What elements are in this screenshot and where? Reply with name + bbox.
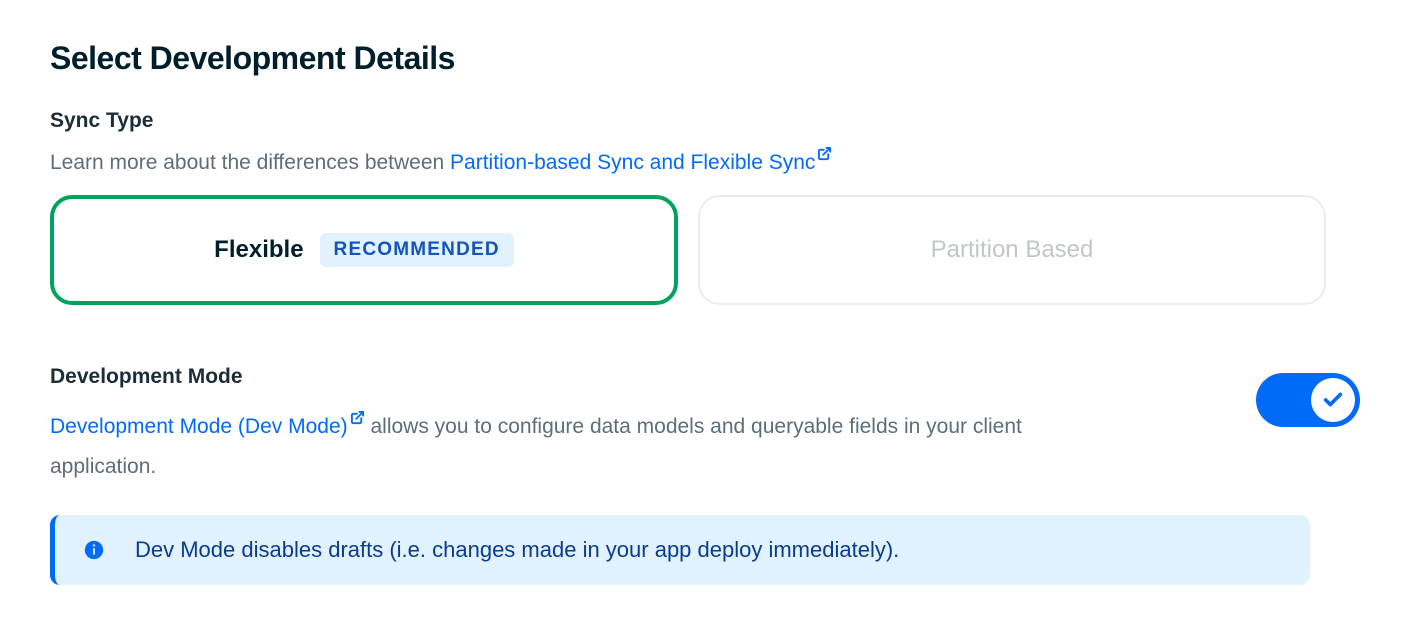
info-banner-text: Dev Mode disables drafts (i.e. changes m… xyxy=(135,537,899,563)
dev-mode-description: Development Mode (Dev Mode) allows you t… xyxy=(50,399,1130,487)
recommended-badge: RECOMMENDED xyxy=(320,233,514,267)
sync-link-text: Partition-based Sync and Flexible Sync xyxy=(450,151,815,174)
sync-type-options: Flexible RECOMMENDED Partition Based xyxy=(50,195,1360,305)
external-link-icon xyxy=(817,143,832,167)
info-icon xyxy=(83,539,105,561)
sync-type-section: Sync Type Learn more about the differenc… xyxy=(50,109,1360,305)
toggle-knob xyxy=(1311,378,1355,422)
flexible-label: Flexible xyxy=(214,236,303,264)
sync-type-label: Sync Type xyxy=(50,109,1360,133)
page-title: Select Development Details xyxy=(50,40,1360,77)
external-link-icon xyxy=(350,399,365,439)
info-banner: Dev Mode disables drafts (i.e. changes m… xyxy=(50,515,1310,585)
sync-desc-prefix: Learn more about the differences between xyxy=(50,151,450,174)
partition-label: Partition Based xyxy=(931,236,1094,264)
development-mode-section: Development Mode Development Mode (Dev M… xyxy=(50,365,1360,585)
dev-mode-link-text: Development Mode (Dev Mode) xyxy=(50,415,348,438)
sync-type-description: Learn more about the differences between… xyxy=(50,143,1360,175)
sync-comparison-link[interactable]: Partition-based Sync and Flexible Sync xyxy=(450,151,832,174)
check-icon xyxy=(1322,389,1344,411)
sync-option-partition[interactable]: Partition Based xyxy=(698,195,1326,305)
dev-mode-link[interactable]: Development Mode (Dev Mode) xyxy=(50,415,370,438)
dev-mode-toggle[interactable] xyxy=(1256,373,1360,427)
dev-mode-label: Development Mode xyxy=(50,365,1130,389)
sync-option-flexible[interactable]: Flexible RECOMMENDED xyxy=(50,195,678,305)
